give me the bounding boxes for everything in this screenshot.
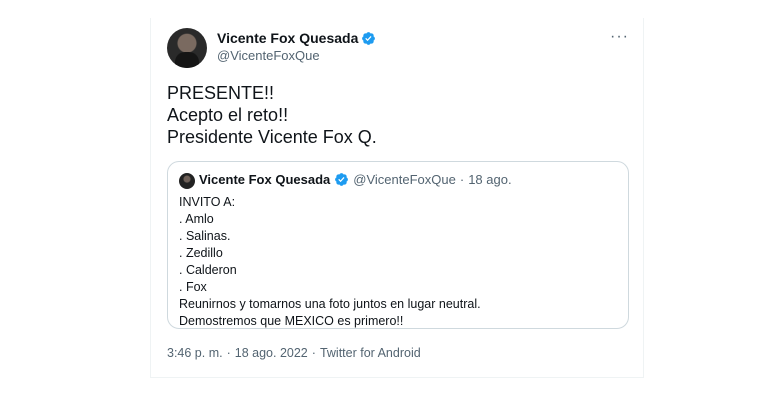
quoted-line: Reunirnos y tomarnos una foto juntos en …: [179, 297, 481, 311]
quoted-tweet-date: 18 ago.: [468, 172, 512, 187]
author-avatar[interactable]: [167, 28, 207, 68]
author-name-row: Vicente Fox Quesada: [217, 30, 376, 46]
author-name[interactable]: Vicente Fox Quesada: [217, 30, 358, 46]
quoted-tweet[interactable]: Vicente Fox Quesada @VicenteFoxQue · 18 …: [167, 161, 629, 329]
tweet-line: Presidente Vicente Fox Q.: [167, 127, 377, 147]
quoted-line: . Amlo: [179, 212, 214, 226]
quoted-line: . Calderon: [179, 263, 237, 277]
quoted-line: . Salinas.: [179, 229, 231, 243]
quoted-tweet-header: Vicente Fox Quesada @VicenteFoxQue · 18 …: [199, 172, 512, 187]
tweet-header: Vicente Fox Quesada @VicenteFoxQue: [217, 30, 376, 63]
tweet-footer: 3:46 p. m. · 18 ago. 2022 · Twitter for …: [167, 346, 421, 360]
footer-separator: ·: [226, 346, 231, 360]
quoted-tweet-text: INVITO A: . Amlo . Salinas. . Zedillo . …: [179, 194, 481, 330]
more-options-icon[interactable]: ···: [610, 28, 629, 46]
meta-separator: ·: [459, 172, 465, 187]
quoted-author-avatar: [179, 173, 195, 189]
tweet-source[interactable]: Twitter for Android: [320, 346, 421, 360]
author-handle[interactable]: @VicenteFoxQue: [217, 48, 376, 63]
quoted-line: . Zedillo: [179, 246, 223, 260]
tweet-card: Vicente Fox Quesada @VicenteFoxQue ··· P…: [150, 18, 644, 378]
footer-separator: ·: [311, 346, 316, 360]
quoted-line: Demostremos que MEXICO es primero!!: [179, 314, 404, 328]
quoted-line: . Fox: [179, 280, 207, 294]
tweet-line: PRESENTE!!: [167, 83, 275, 103]
tweet-line: Acepto el reto!!: [167, 105, 289, 125]
quoted-line: INVITO A:: [179, 195, 236, 209]
quoted-author-handle: @VicenteFoxQue: [353, 172, 456, 187]
verified-badge-icon: [335, 173, 349, 186]
quoted-author-name: Vicente Fox Quesada: [199, 172, 331, 187]
tweet-time[interactable]: 3:46 p. m.: [167, 346, 223, 360]
verified-badge-icon: [362, 31, 376, 45]
tweet-text: PRESENTE!! Acepto el reto!! Presidente V…: [167, 82, 377, 148]
tweet-date[interactable]: 18 ago. 2022: [235, 346, 308, 360]
